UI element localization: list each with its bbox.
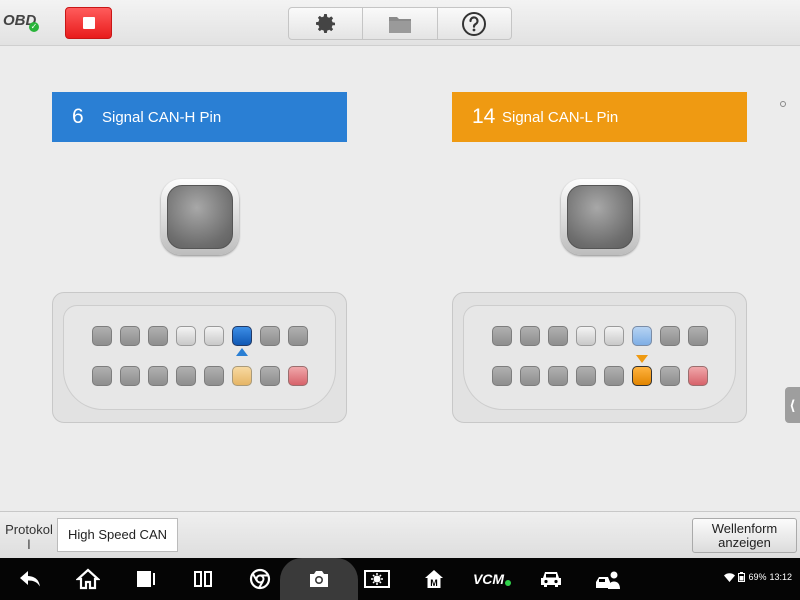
recent-apps-icon xyxy=(137,571,155,587)
question-mark-icon xyxy=(462,11,487,36)
can-h-signal-label: Signal CAN-H Pin xyxy=(102,108,222,126)
pin-2[interactable] xyxy=(120,326,140,346)
folder-icon xyxy=(388,16,411,33)
technician-icon xyxy=(596,571,620,589)
protocol-value: High Speed CAN xyxy=(57,518,178,552)
connector-housing xyxy=(63,305,336,410)
connector-housing xyxy=(463,305,736,410)
pin-2[interactable] xyxy=(520,326,540,346)
pin-4[interactable] xyxy=(576,326,596,346)
pin-15[interactable] xyxy=(660,366,680,386)
pin-9[interactable] xyxy=(92,366,112,386)
system-navigation-bar: M VCM 69% 13:12 xyxy=(0,558,800,600)
indicator-dot-icon xyxy=(780,101,786,107)
waveform-label-line1: Wellenform xyxy=(711,521,778,536)
back-button[interactable] xyxy=(16,566,44,592)
pin-13[interactable] xyxy=(604,366,624,386)
battery-icon xyxy=(738,572,746,582)
side-panel-toggle[interactable]: ⟨ xyxy=(785,387,800,423)
back-arrow-icon xyxy=(20,571,40,587)
home-icon xyxy=(76,568,100,590)
pin-8[interactable] xyxy=(288,326,308,346)
split-screen-button[interactable] xyxy=(189,566,217,592)
gear-icon xyxy=(315,13,335,33)
pin-8[interactable] xyxy=(688,326,708,346)
recent-apps-button[interactable] xyxy=(131,566,159,592)
pin-13[interactable] xyxy=(204,366,224,386)
folder-button[interactable] xyxy=(363,8,438,39)
can-h-obd-connector xyxy=(52,292,347,423)
stop-icon xyxy=(83,17,95,29)
pin-3[interactable] xyxy=(548,326,568,346)
pin-15[interactable] xyxy=(260,366,280,386)
can-h-measure-button[interactable] xyxy=(161,179,239,255)
system-status-area: 69% 13:12 xyxy=(724,572,792,582)
can-h-pin-number: 6 xyxy=(72,105,84,128)
vcm-status-button[interactable]: VCM xyxy=(472,566,512,592)
can-l-signal-header: 14 Signal CAN-L Pin xyxy=(452,92,747,142)
pin-12[interactable] xyxy=(576,366,596,386)
settings-button[interactable] xyxy=(289,8,364,39)
pin-1[interactable] xyxy=(492,326,512,346)
can-h-signal-header: 6 Signal CAN-H Pin xyxy=(52,92,347,142)
pin-14[interactable] xyxy=(232,366,252,386)
pin-7[interactable] xyxy=(660,326,680,346)
pin-3[interactable] xyxy=(148,326,168,346)
screenshot-camera-button[interactable] xyxy=(305,566,333,592)
pin-1[interactable] xyxy=(92,326,112,346)
can-l-signal-label: Signal CAN-L Pin xyxy=(502,108,619,126)
maxifix-home-icon: M xyxy=(425,570,443,588)
protocol-label: Protokol l xyxy=(5,522,53,552)
show-waveform-button[interactable]: Wellenform anzeigen xyxy=(692,518,797,553)
battery-percentage: 69% xyxy=(748,572,767,582)
pin-10[interactable] xyxy=(120,366,140,386)
bottom-info-bar: Protokol l High Speed CAN Wellenform anz… xyxy=(0,511,800,558)
pin-5[interactable] xyxy=(204,326,224,346)
vcm-connected-dot-icon xyxy=(505,580,512,586)
camera-icon xyxy=(310,571,328,587)
pin-5[interactable] xyxy=(604,326,624,346)
vcm-status-icon: VCM xyxy=(472,571,505,587)
waveform-label-line2: anzeigen xyxy=(718,535,771,550)
pin-10[interactable] xyxy=(520,366,540,386)
selected-pin-arrow-icon xyxy=(236,348,248,356)
maxifix-button[interactable]: M xyxy=(420,566,448,592)
pin-12[interactable] xyxy=(176,366,196,386)
tool-button-group xyxy=(288,7,512,40)
stop-button[interactable] xyxy=(65,7,112,39)
brightness-icon xyxy=(364,570,390,588)
chrome-browser-button[interactable] xyxy=(246,566,274,592)
system-clock: 13:12 xyxy=(769,572,792,582)
pin-9[interactable] xyxy=(492,366,512,386)
can-l-pin-number: 14 xyxy=(472,105,496,128)
car-icon xyxy=(541,572,561,587)
pin-16[interactable] xyxy=(288,366,308,386)
chrome-icon xyxy=(249,568,271,590)
wifi-icon xyxy=(724,572,736,582)
pin-11[interactable] xyxy=(148,366,168,386)
obd-connected-icon: ✓ xyxy=(29,22,39,32)
top-toolbar: OBD ✓ xyxy=(0,0,800,46)
pin-7[interactable] xyxy=(260,326,280,346)
pin-6[interactable] xyxy=(632,326,652,346)
can-l-measure-button[interactable] xyxy=(561,179,639,255)
split-screen-icon xyxy=(194,571,212,587)
home-button[interactable] xyxy=(74,566,102,592)
help-button[interactable] xyxy=(438,8,511,39)
display-brightness-button[interactable] xyxy=(363,566,391,592)
pin-14-selected[interactable] xyxy=(632,366,652,386)
selected-pin-arrow-icon xyxy=(636,355,648,363)
pin-4[interactable] xyxy=(176,326,196,346)
remote-expert-button[interactable] xyxy=(594,566,622,592)
vehicle-button[interactable] xyxy=(537,566,565,592)
pin-6-selected[interactable] xyxy=(232,326,252,346)
svg-text:M: M xyxy=(430,578,438,588)
can-l-obd-connector xyxy=(452,292,747,423)
pin-11[interactable] xyxy=(548,366,568,386)
pin-16[interactable] xyxy=(688,366,708,386)
